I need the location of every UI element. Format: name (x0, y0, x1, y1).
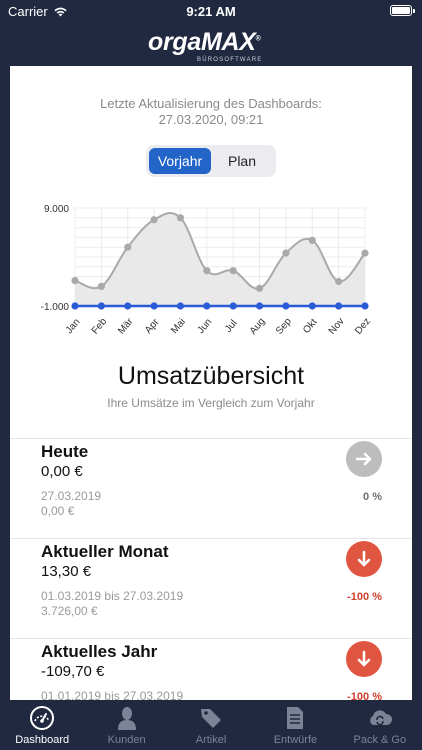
logo-registered: ® (255, 35, 261, 43)
logo-subtitle: BÜROSOFTWARE (197, 57, 263, 63)
document-icon (287, 707, 304, 729)
data-point (308, 236, 316, 244)
tab-bar: Dashboard Kunden Artikel Entwürfe Pack &… (0, 700, 422, 750)
section-title: Aktueller Monat (41, 542, 169, 561)
x-tick-label: Jul (223, 318, 240, 335)
section-compare: 01.01.2019 bis 27.03.2019 (41, 689, 183, 700)
page-subtitle: Ihre Umsätze im Vergleich zum Vorjahr (107, 396, 315, 410)
data-point (282, 302, 290, 310)
tab-dashboard[interactable]: Dashboard (0, 700, 84, 750)
section-value: -109,70 € (41, 663, 105, 680)
segment-vorjahr[interactable]: Vorjahr (149, 148, 211, 174)
x-tick-label: Mär (116, 316, 136, 337)
x-tick-label: Jun (196, 317, 215, 336)
last-update-label: Letzte Aktualisierung des Dashboards: (100, 96, 322, 111)
x-tick-label: Mai (169, 317, 188, 336)
section-compare: 27.03.2019 0,00 € (41, 489, 101, 519)
section-title: Heute (41, 442, 89, 461)
last-update: Letzte Aktualisierung des Dashboards: 27… (10, 96, 412, 128)
data-point (176, 302, 185, 310)
x-tick-label: Jan (64, 317, 83, 336)
arrow-down-icon (346, 641, 382, 677)
segment-plan[interactable]: Plan (211, 148, 273, 174)
tab-label: Dashboard (15, 734, 70, 746)
data-point (97, 302, 105, 310)
section-percent: -100 % (347, 691, 382, 700)
data-point (203, 267, 211, 275)
x-tick-label: Sep (274, 316, 294, 337)
tab-pack-go[interactable]: Pack & Go (338, 700, 422, 750)
tab-label: Entwürfe (273, 734, 318, 746)
x-tick-label: Aug (248, 316, 268, 337)
data-point (229, 302, 237, 310)
battery-icon (390, 5, 415, 16)
revenue-chart-svg: 9.000 -1.000 Jan Feb Mär Apr Mai Jun Jul Aug Sep Ok… (41, 204, 373, 337)
data-point (71, 302, 79, 310)
data-point (150, 302, 158, 310)
comparison-segmented-control: Vorjahr Plan (146, 145, 276, 177)
data-point (255, 284, 264, 292)
arrow-right-icon (346, 441, 382, 477)
data-point (229, 267, 237, 275)
logo-text-orga: orga (148, 28, 201, 56)
revenue-chart: 9.000 -1.000 Jan Feb Mär Apr Mai Jun Jul Aug Sep Ok… (10, 196, 412, 346)
section-value: 0,00 € (41, 463, 83, 480)
section-title: Aktuelles Jahr (41, 642, 158, 661)
data-point (203, 302, 211, 310)
data-point (150, 216, 158, 224)
section-date: 27.03.2019 (41, 489, 102, 503)
dashboard-card: Letzte Aktualisierung des Dashboards: 27… (10, 66, 412, 700)
tab-label: Artikel (195, 734, 227, 746)
section-value: 13,30 € (41, 563, 92, 580)
data-point (71, 276, 79, 285)
section-compare: 01.03.2019 bis 27.03.2019 3.726,00 € (41, 589, 183, 619)
x-tick-label: Okt (301, 317, 320, 336)
tag-icon (201, 709, 222, 728)
status-bar: Carrier 9:21 AM (0, 0, 422, 22)
section-compare-value: 3.726,00 € (41, 604, 98, 618)
person-icon (117, 707, 136, 730)
data-point (335, 277, 343, 286)
revenue-sections: Heute 0,00 € 27.03.2019 0,00 € 0 % Aktue… (10, 438, 412, 700)
section-date: 01.03.2019 bis 27.03.2019 (41, 589, 184, 603)
app-header: orgaMAX® BÜROSOFTWARE (0, 22, 422, 66)
data-point (308, 302, 316, 310)
series-area (75, 212, 365, 306)
x-tick-label: Feb (90, 316, 110, 337)
data-point (124, 302, 132, 310)
y-tick-label: -1.000 (41, 302, 70, 313)
x-tick-label: Nov (327, 316, 347, 337)
data-point (361, 302, 369, 310)
tab-kunden[interactable]: Kunden (84, 700, 168, 750)
tab-label: Pack & Go (353, 734, 407, 746)
tab-entwuerfe[interactable]: Entwürfe (253, 700, 337, 750)
gauge-icon (30, 706, 55, 730)
data-point (255, 302, 264, 310)
cloud-sync-icon (370, 710, 392, 726)
section-today[interactable]: Heute 0,00 € 27.03.2019 0,00 € 0 % (10, 438, 412, 538)
section-compare-value: 0,00 € (41, 504, 75, 518)
x-tick-label: Dez (353, 316, 373, 337)
data-point (282, 249, 290, 257)
section-percent: -100 % (347, 591, 382, 603)
page-title: Umsatzübersicht (117, 362, 305, 390)
data-point (361, 249, 369, 257)
tab-artikel[interactable]: Artikel (169, 700, 253, 750)
data-point (97, 282, 105, 290)
y-tick-label: 9.000 (44, 204, 69, 215)
last-update-value: 27.03.2020, 09:21 (158, 112, 264, 127)
section-month[interactable]: Aktueller Monat 13,30 € 01.03.2019 bis 2… (10, 538, 412, 638)
arrow-down-icon (346, 541, 382, 577)
section-year[interactable]: Aktuelles Jahr -109,70 € 01.01.2019 bis … (10, 638, 412, 700)
section-percent: 0 % (363, 491, 382, 503)
data-point (335, 302, 343, 310)
logo-text-max: MAX (200, 28, 256, 56)
section-date: 01.01.2019 bis 27.03.2019 (41, 689, 184, 700)
x-tick-label: Apr (143, 316, 162, 336)
status-time: 9:21 AM (186, 4, 236, 19)
tab-label: Kunden (107, 734, 146, 746)
data-point (176, 214, 185, 222)
orgamax-logo: orgaMAX® (148, 28, 261, 57)
data-point (124, 243, 132, 251)
